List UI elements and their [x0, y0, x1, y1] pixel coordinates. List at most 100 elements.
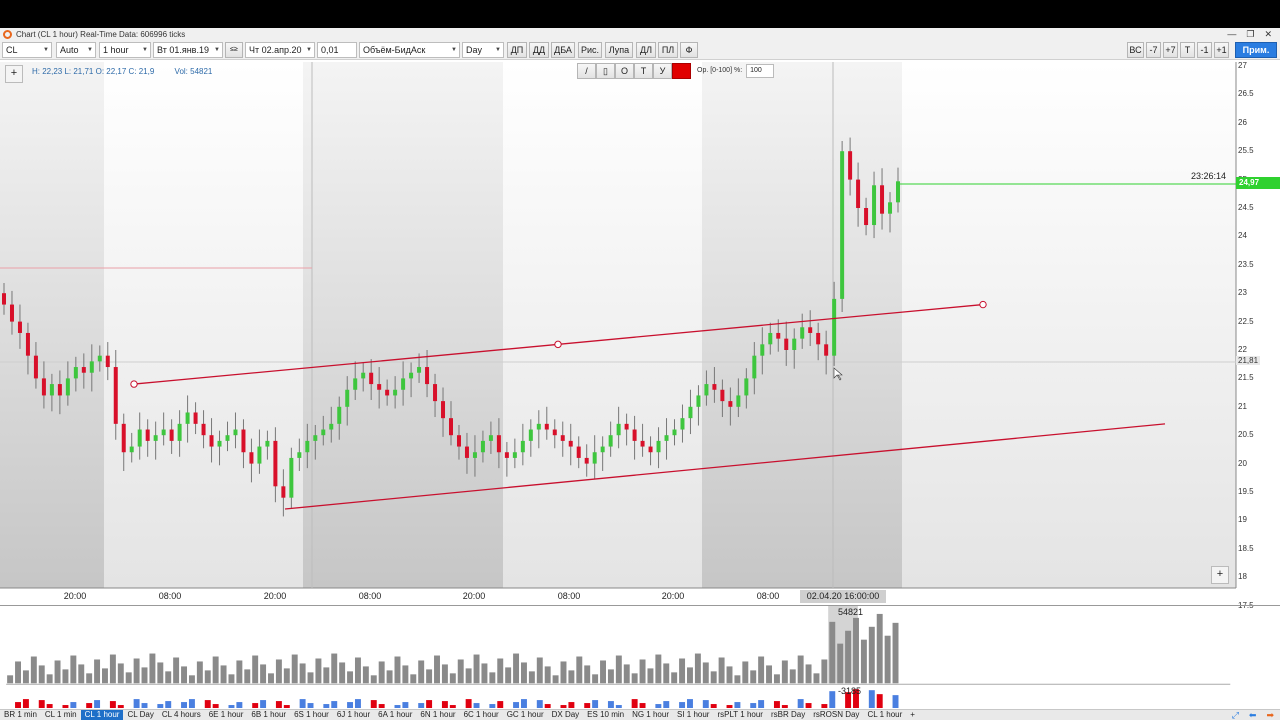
- maximize-icon[interactable]: ❐: [1246, 29, 1254, 40]
- vs-button[interactable]: ВС: [1127, 42, 1144, 58]
- trendline-handle[interactable]: [554, 340, 562, 349]
- draw-button[interactable]: Рис.: [578, 42, 602, 58]
- tab-9[interactable]: 6A 1 hour: [374, 710, 416, 720]
- tab-6[interactable]: 6B 1 hour: [247, 710, 290, 720]
- apply-button[interactable]: Прим.: [1235, 42, 1277, 58]
- minimize-icon[interactable]: —: [1227, 29, 1236, 40]
- date-from-picker[interactable]: Вт 01.янв.19 ▼: [153, 42, 223, 58]
- timeframe-select[interactable]: 1 hour ▼: [99, 42, 151, 58]
- delta-bar: [639, 703, 646, 709]
- volume-bar: [734, 675, 741, 684]
- time-tick: 08:00: [158, 591, 182, 601]
- trendline-handle[interactable]: [130, 380, 138, 388]
- last-price-tag: 24,97: [1236, 177, 1280, 189]
- level-tool[interactable]: У: [653, 62, 672, 79]
- add-panel-icon[interactable]: +: [5, 65, 23, 83]
- drawing-toolbar: / ▯ O T У Ор. [0-100] %: 100: [577, 62, 775, 79]
- text-tool[interactable]: T: [634, 62, 653, 79]
- tab-15[interactable]: NG 1 hour: [628, 710, 673, 720]
- tab-2[interactable]: CL 1 hour: [80, 710, 124, 720]
- tab-1[interactable]: CL 1 min: [41, 710, 81, 720]
- price-tick: 20: [1238, 458, 1247, 468]
- dba-button[interactable]: ДБА: [551, 42, 575, 58]
- delta-bar: [876, 694, 883, 709]
- tab-7[interactable]: 6S 1 hour: [290, 710, 333, 720]
- period-select[interactable]: Day ▼: [462, 42, 504, 58]
- delta-bar: [829, 691, 836, 709]
- delta-bar: [726, 705, 733, 709]
- zoom-plus-icon[interactable]: +: [1211, 566, 1229, 584]
- volume-bar: [173, 657, 180, 684]
- delta-bars: [15, 689, 899, 709]
- minus1-button[interactable]: -1: [1197, 42, 1212, 58]
- f-button[interactable]: Ф: [680, 42, 698, 58]
- minus7-button[interactable]: -7: [1146, 42, 1161, 58]
- tab-4[interactable]: CL 4 hours: [158, 710, 205, 720]
- tab-21[interactable]: +: [906, 710, 919, 720]
- price-tick: 26: [1238, 117, 1247, 127]
- pl-button[interactable]: ПЛ: [658, 42, 678, 58]
- magnifier-button[interactable]: Лупа: [605, 42, 633, 58]
- tab-12[interactable]: GC 1 hour: [503, 710, 548, 720]
- volume-bar: [584, 665, 591, 684]
- dd-button[interactable]: ДД: [529, 42, 549, 58]
- volume-bar: [362, 666, 369, 684]
- date-nav-icon[interactable]: ≤≥: [225, 42, 243, 58]
- close-icon[interactable]: ✕: [1264, 29, 1272, 40]
- date-to-picker[interactable]: Чт 02.апр.20 ▼: [245, 42, 315, 58]
- dp-button[interactable]: ДП: [507, 42, 527, 58]
- rect-tool[interactable]: ▯: [596, 62, 615, 79]
- volume-bar: [386, 670, 393, 684]
- delta-bar: [750, 703, 757, 709]
- tab-17[interactable]: rsPLT 1 hour: [713, 710, 767, 720]
- plus7-button[interactable]: +7: [1163, 42, 1178, 58]
- volume-bar: [220, 665, 227, 684]
- delta-bar: [465, 699, 472, 709]
- dl-button[interactable]: ДЛ: [636, 42, 656, 58]
- tab-3[interactable]: CL Day: [123, 710, 157, 720]
- ohlc-text: H: 22,23 L: 21,71 O: 22,17 C: 21,9: [32, 67, 155, 76]
- tab-20[interactable]: CL 1 hour: [863, 710, 906, 720]
- fullscreen-icon[interactable]: ⤢: [1232, 710, 1239, 720]
- plus1-button[interactable]: +1: [1214, 42, 1229, 58]
- scale-select[interactable]: Auto ▼: [56, 42, 96, 58]
- trendline-handle[interactable]: [979, 300, 987, 309]
- arrow-left-icon[interactable]: ⬅: [1249, 710, 1257, 720]
- ohlc-info: H: 22,23 L: 21,71 O: 22,17 C: 21,9 Vol: …: [32, 67, 230, 76]
- line-tool[interactable]: /: [577, 62, 596, 79]
- delta-bar: [821, 704, 828, 709]
- volume-max-label: 54821: [838, 607, 864, 617]
- arrow-right-icon[interactable]: ➡: [1266, 710, 1274, 720]
- tab-18[interactable]: rsBR Day: [767, 710, 809, 720]
- symbol-select[interactable]: CL ▼: [2, 42, 52, 58]
- ellipse-tool[interactable]: O: [615, 62, 634, 79]
- tab-14[interactable]: ES 10 min: [583, 710, 628, 720]
- volume-bar: [694, 653, 701, 684]
- volume-bar: [639, 659, 646, 684]
- delta-bar: [331, 701, 338, 709]
- volume-bar: [473, 654, 480, 684]
- tab-5[interactable]: 6E 1 hour: [205, 710, 248, 720]
- tab-13[interactable]: DX Day: [548, 710, 584, 720]
- price-chart[interactable]: [0, 62, 1280, 610]
- opacity-input[interactable]: 100: [746, 63, 775, 78]
- delta-bar: [773, 701, 780, 709]
- t-button[interactable]: T: [1180, 42, 1195, 58]
- tab-8[interactable]: 6J 1 hour: [333, 710, 374, 720]
- tab-10[interactable]: 6N 1 hour: [416, 710, 459, 720]
- tab-16[interactable]: SI 1 hour: [673, 710, 713, 720]
- delta-bar: [758, 700, 765, 709]
- volume-bar: [252, 655, 259, 684]
- indicator-select[interactable]: Объём-БидАск ▼: [359, 42, 460, 58]
- volume-pane[interactable]: [0, 605, 1280, 709]
- tab-19[interactable]: rsROSN Day: [809, 710, 863, 720]
- delta-bar: [513, 702, 520, 709]
- tab-11[interactable]: 6C 1 hour: [460, 710, 503, 720]
- delta-bar: [441, 701, 448, 709]
- color-swatch[interactable]: [672, 62, 691, 79]
- tab-0[interactable]: BR 1 min: [0, 710, 41, 720]
- volume-bar: [821, 659, 828, 684]
- tick-size-input[interactable]: 0,01: [317, 42, 357, 58]
- volume-bar: [283, 668, 290, 684]
- delta-bar: [710, 704, 717, 709]
